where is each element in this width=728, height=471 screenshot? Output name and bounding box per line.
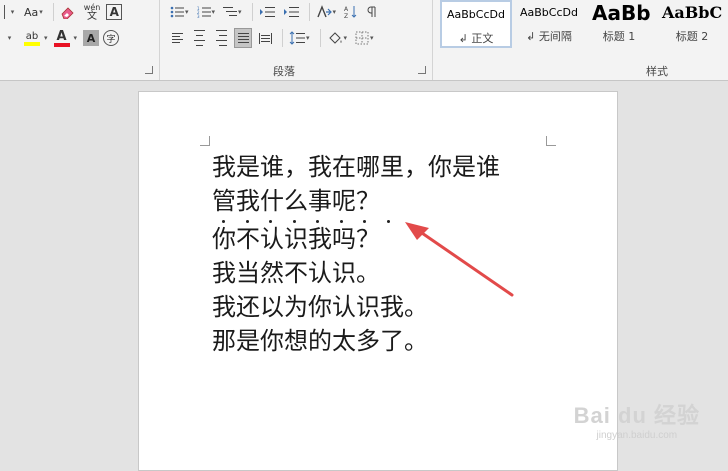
show-hide-marks-button[interactable] xyxy=(364,2,382,22)
align-center-button[interactable] xyxy=(190,28,208,48)
arrow-shaft xyxy=(417,229,514,297)
baidu-watermark: Bai du 经验 jingyan.baidu.com xyxy=(574,398,700,441)
change-case-button[interactable]: ▾ xyxy=(0,2,18,22)
bullets-icon xyxy=(170,6,184,18)
distributed-button[interactable] xyxy=(256,28,274,48)
separator xyxy=(282,29,283,47)
svg-text:Z: Z xyxy=(344,13,348,19)
highlight-color-button[interactable]: ab xyxy=(22,28,42,48)
emphasis-dot xyxy=(316,220,319,223)
styles-group-label: 样式 xyxy=(646,65,668,78)
annotation-arrow xyxy=(405,222,514,297)
font-group-row-1: ▾ Aa ▾ wén 文 A xyxy=(0,2,126,22)
shading-button[interactable]: ▾ xyxy=(325,28,350,48)
separator xyxy=(308,3,310,21)
separator xyxy=(319,29,321,47)
style-name-label: ↲ 正文 xyxy=(458,32,494,45)
borders-button[interactable]: ▾ xyxy=(353,28,376,48)
crop-mark-top-right xyxy=(546,136,556,146)
phonetic-guide-button[interactable]: wén 文 xyxy=(82,2,103,22)
highlight-label: ab xyxy=(25,30,39,42)
line-spacing-button[interactable]: ▾ xyxy=(287,28,312,48)
paragraph-group-row-1: ▾ 1 2 3 ▾ ▾ ▾ AZ xyxy=(168,2,386,22)
style-tile-heading-1[interactable]: AaBb 标题 1 xyxy=(586,0,652,48)
emphasis-dot xyxy=(222,220,225,223)
numbering-button[interactable]: 1 2 3 ▾ xyxy=(195,2,218,22)
align-right-button[interactable] xyxy=(212,28,230,48)
style-name-label: 标题 1 xyxy=(602,30,636,43)
sort-icon: AZ xyxy=(344,6,357,19)
asian-layout-button[interactable]: ▾ xyxy=(314,2,339,22)
arrow-head xyxy=(405,222,429,240)
style-name-label: 标题 2 xyxy=(675,30,709,43)
text-effects-button[interactable]: ▾ xyxy=(0,28,18,48)
style-sample: AaBb xyxy=(592,1,651,25)
doc-line-1[interactable]: 我是谁，我在哪里，你是谁 xyxy=(212,150,500,184)
emphasis-dot xyxy=(245,220,249,223)
emphasis-dot xyxy=(292,220,296,223)
doc-line-6[interactable]: 那是你想的太多了。 xyxy=(212,324,500,358)
character-shading-button[interactable]: A xyxy=(83,30,100,46)
highlight-swatch xyxy=(24,41,40,46)
enclose-characters-button[interactable]: 字 xyxy=(103,30,120,46)
paragraph-group-row-2: ▾ ▾ ▾ xyxy=(168,28,380,48)
style-sample: AaBbCcDd xyxy=(520,6,578,19)
font-color-dropdown-arrow[interactable]: ▾ xyxy=(74,34,78,42)
multilevel-list-icon xyxy=(223,7,238,16)
increase-indent-button[interactable] xyxy=(281,2,301,22)
highlight-dropdown-arrow[interactable]: ▾ xyxy=(44,34,48,42)
style-tile-no-spacing[interactable]: AaBbCcDd ↲ 无间隔 xyxy=(513,0,585,48)
watermark-brand: Bai du 经验 xyxy=(573,403,700,428)
separator xyxy=(251,3,253,21)
char-shading-label: A xyxy=(86,31,96,45)
enclose-char-label: 字 xyxy=(106,34,116,45)
svg-text:A: A xyxy=(344,6,349,13)
clear-formatting-eraser-button[interactable] xyxy=(58,2,78,22)
font-color-button[interactable]: A xyxy=(52,28,72,48)
group-divider xyxy=(159,0,160,80)
separator xyxy=(52,3,54,21)
justify-button[interactable] xyxy=(234,28,252,48)
crop-mark-top-left xyxy=(200,136,210,146)
character-border-button[interactable]: A xyxy=(106,4,123,20)
paragraph-dialog-launcher[interactable] xyxy=(418,66,426,74)
numbering-icon: 123 xyxy=(197,6,211,18)
font-color-label: A xyxy=(56,28,67,44)
pilcrow-icon xyxy=(367,6,376,17)
emphasis-dot xyxy=(363,220,366,223)
eraser-icon xyxy=(61,7,74,19)
line-spacing-icon xyxy=(289,31,305,45)
asian-layout-icon xyxy=(316,5,332,18)
doc-line-2[interactable]: 管我什么事呢？ xyxy=(212,184,500,218)
emphasis-dot xyxy=(269,220,272,223)
style-sample: AaBbC xyxy=(662,3,723,22)
style-tile-heading-2[interactable]: AaBbC 标题 2 xyxy=(656,0,728,48)
paint-bucket-icon xyxy=(328,32,342,44)
align-left-button[interactable] xyxy=(168,28,186,48)
group-divider xyxy=(432,0,433,80)
svg-text:3: 3 xyxy=(197,14,200,18)
emphasis-dot xyxy=(339,220,343,223)
clear-format-label: Aa xyxy=(24,5,39,19)
font-dialog-launcher[interactable] xyxy=(145,66,153,74)
font-group-row-2: ▾ ab ▾ A ▾ A 字 xyxy=(0,28,123,48)
style-name-label: ↲ 无间隔 xyxy=(526,30,572,43)
watermark-url: jingyan.baidu.com xyxy=(596,430,678,441)
bullets-button[interactable]: ▾ xyxy=(168,2,191,22)
clear-format-button[interactable]: Aa ▾ xyxy=(22,2,45,22)
ribbon: ▾ Aa ▾ wén 文 A ▾ ab ▾ A ▾ A 字 ▾ 1 2 3 ▾ … xyxy=(0,0,728,81)
multilevel-list-button[interactable]: ▾ xyxy=(221,2,244,22)
decrease-indent-icon xyxy=(259,7,275,17)
paragraph-group-label: 段落 xyxy=(273,65,295,78)
style-sample: AaBbCcDd xyxy=(447,8,505,21)
decrease-indent-button[interactable] xyxy=(257,2,277,22)
increase-indent-icon xyxy=(283,7,299,17)
phonetic-base-char: 文 xyxy=(87,11,98,22)
font-color-swatch xyxy=(53,42,70,47)
borders-icon xyxy=(355,31,369,45)
emphasis-dot xyxy=(386,220,390,223)
sort-button[interactable]: AZ xyxy=(342,2,360,22)
style-tile-normal[interactable]: AaBbCcDd ↲ 正文 xyxy=(440,0,512,48)
